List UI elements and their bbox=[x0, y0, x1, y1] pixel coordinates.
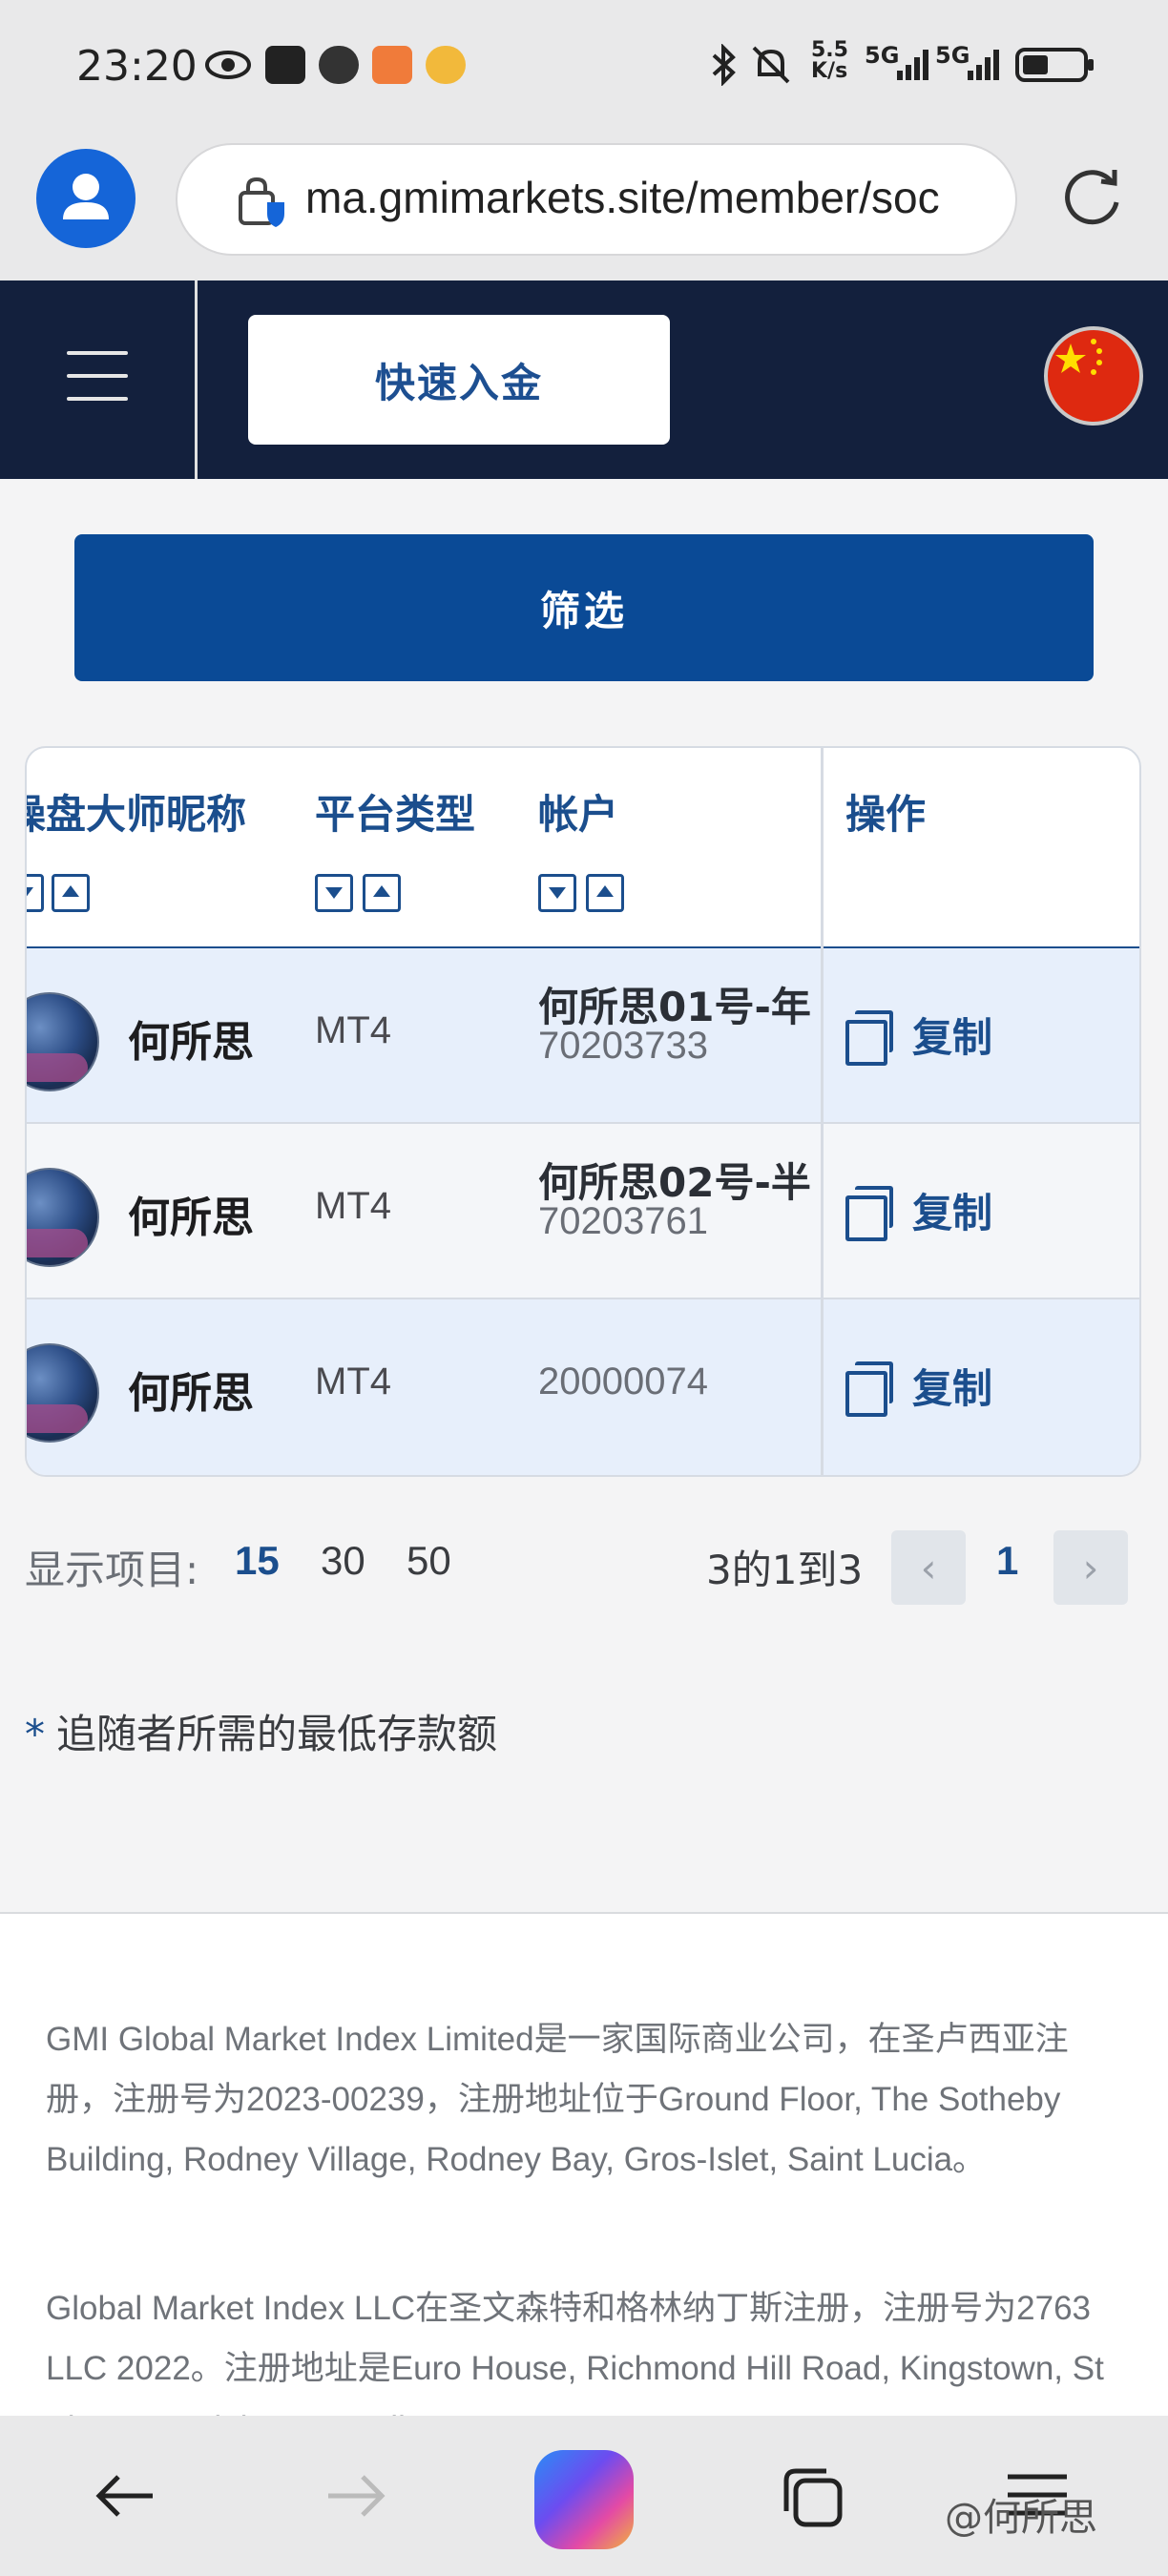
copy-icon[interactable] bbox=[845, 1185, 893, 1241]
copy-label[interactable]: 复制 bbox=[912, 1006, 992, 1064]
copy-label[interactable]: 复制 bbox=[912, 1181, 992, 1239]
sort-down-icon[interactable] bbox=[315, 874, 353, 912]
signal-bars-icon bbox=[968, 50, 999, 80]
forward-arrow-icon[interactable] bbox=[317, 2467, 393, 2524]
platform-type: MT4 bbox=[315, 1185, 391, 1227]
trader-avatar bbox=[27, 1343, 99, 1443]
status-bar: 23:20 5.5 K/s 5G 5G bbox=[0, 0, 1168, 134]
bluetooth-icon bbox=[712, 44, 736, 86]
net-speed: 5.5 K/s bbox=[811, 38, 848, 83]
alarm-icon bbox=[319, 46, 359, 84]
sort-up-icon[interactable] bbox=[363, 874, 401, 912]
trader-avatar bbox=[27, 992, 99, 1091]
footer-paragraph-1: GMI Global Market Index Limited是一家国际商业公司… bbox=[46, 2021, 1069, 2178]
eye-icon bbox=[205, 51, 251, 79]
tabs-icon[interactable] bbox=[777, 2462, 849, 2534]
copy-button[interactable]: 复制 bbox=[845, 1006, 992, 1066]
header-divider bbox=[195, 280, 198, 479]
actions-column-divider bbox=[821, 748, 824, 1475]
quick-deposit-button[interactable]: 快速入金 bbox=[248, 315, 670, 445]
sort-up-icon[interactable] bbox=[586, 874, 624, 912]
page-size-50[interactable]: 50 bbox=[407, 1538, 451, 1584]
trader-name: 何所思 bbox=[128, 1018, 254, 1067]
page-size-15[interactable]: 15 bbox=[235, 1538, 280, 1584]
signal-5g-2: 5G bbox=[935, 42, 970, 69]
page-size-label: 显示项目: bbox=[25, 1547, 199, 1593]
trader-name: 何所思 bbox=[128, 1369, 254, 1418]
platform-type: MT4 bbox=[315, 1009, 391, 1051]
column-header-account[interactable]: 帐户 bbox=[538, 782, 618, 841]
weibo-icon bbox=[426, 46, 466, 84]
next-page-button[interactable]: › bbox=[1053, 1530, 1128, 1605]
china-flag-icon[interactable] bbox=[1044, 326, 1143, 426]
signal-5g-1: 5G bbox=[865, 42, 900, 69]
prev-page-button[interactable]: ‹ bbox=[891, 1530, 966, 1605]
menu-icon[interactable] bbox=[67, 351, 128, 420]
trader-avatar bbox=[27, 1168, 99, 1267]
column-header-nickname[interactable]: 操盘大师昵称 bbox=[27, 782, 246, 841]
account-number: 20000074 bbox=[538, 1361, 708, 1402]
copy-icon[interactable] bbox=[845, 1361, 893, 1417]
footer: GMI Global Market Index Limited是一家国际商业公司… bbox=[0, 1912, 1168, 2447]
browser-bottom-nav: @何所思 bbox=[0, 2416, 1168, 2576]
user-avatar-icon[interactable] bbox=[36, 149, 136, 248]
table-row: 何所思 MT4 何所思01号-年 70203733 复制 bbox=[27, 948, 1139, 1124]
clock: 23:20 bbox=[76, 42, 198, 91]
note-text: 追随者所需的最低存款额 bbox=[56, 1711, 498, 1757]
current-page[interactable]: 1 bbox=[996, 1538, 1018, 1584]
nfc-icon bbox=[265, 46, 305, 84]
site-header: 快速入金 bbox=[0, 280, 1168, 479]
sort-down-icon[interactable] bbox=[538, 874, 576, 912]
copy-button[interactable]: 复制 bbox=[845, 1357, 992, 1417]
browser-url-bar: ma.gmimarkets.site/member/soc bbox=[0, 134, 1168, 280]
account-number: 70203761 bbox=[538, 1200, 708, 1242]
copy-icon[interactable] bbox=[845, 1009, 893, 1066]
battery-icon bbox=[1015, 48, 1094, 82]
copy-label[interactable]: 复制 bbox=[912, 1357, 992, 1415]
filter-button[interactable]: 筛选 bbox=[74, 534, 1094, 681]
table-row: 何所思 MT4 20000074 复制 bbox=[27, 1299, 1139, 1475]
table-row: 何所思 MT4 何所思02号-半 70203761 复制 bbox=[27, 1124, 1139, 1299]
platform-type: MT4 bbox=[315, 1361, 391, 1402]
back-arrow-icon[interactable] bbox=[88, 2467, 164, 2524]
sort-up-icon[interactable] bbox=[52, 874, 90, 912]
address-field[interactable]: ma.gmimarkets.site/member/soc bbox=[176, 143, 1017, 256]
watermark: @何所思 bbox=[945, 2496, 1097, 2540]
mute-icon bbox=[752, 46, 790, 84]
heart-app-icon bbox=[372, 46, 412, 84]
min-deposit-note: * 追随者所需的最低存款额 bbox=[25, 1702, 497, 1760]
note-asterisk: * bbox=[25, 1711, 45, 1757]
sort-down-icon[interactable] bbox=[27, 874, 44, 912]
column-header-platform[interactable]: 平台类型 bbox=[315, 782, 475, 841]
copilot-icon[interactable] bbox=[534, 2450, 634, 2549]
column-header-actions: 操作 bbox=[845, 791, 927, 838]
signal-bars-icon bbox=[897, 50, 928, 80]
reload-icon[interactable] bbox=[1059, 162, 1126, 229]
trader-name: 何所思 bbox=[128, 1194, 254, 1242]
page-size-30[interactable]: 30 bbox=[321, 1538, 365, 1584]
lock-shield-icon[interactable] bbox=[237, 176, 288, 229]
page-range-text: 3的1到3 bbox=[706, 1547, 864, 1593]
url-text: ma.gmimarkets.site/member/soc bbox=[305, 173, 940, 222]
copy-trading-table: 操盘大师昵称 平台类型 帐户 操作 何所思 MT4 何所思01号-年 70203… bbox=[25, 746, 1141, 1477]
copy-button[interactable]: 复制 bbox=[845, 1181, 992, 1241]
account-number: 70203733 bbox=[538, 1025, 708, 1067]
